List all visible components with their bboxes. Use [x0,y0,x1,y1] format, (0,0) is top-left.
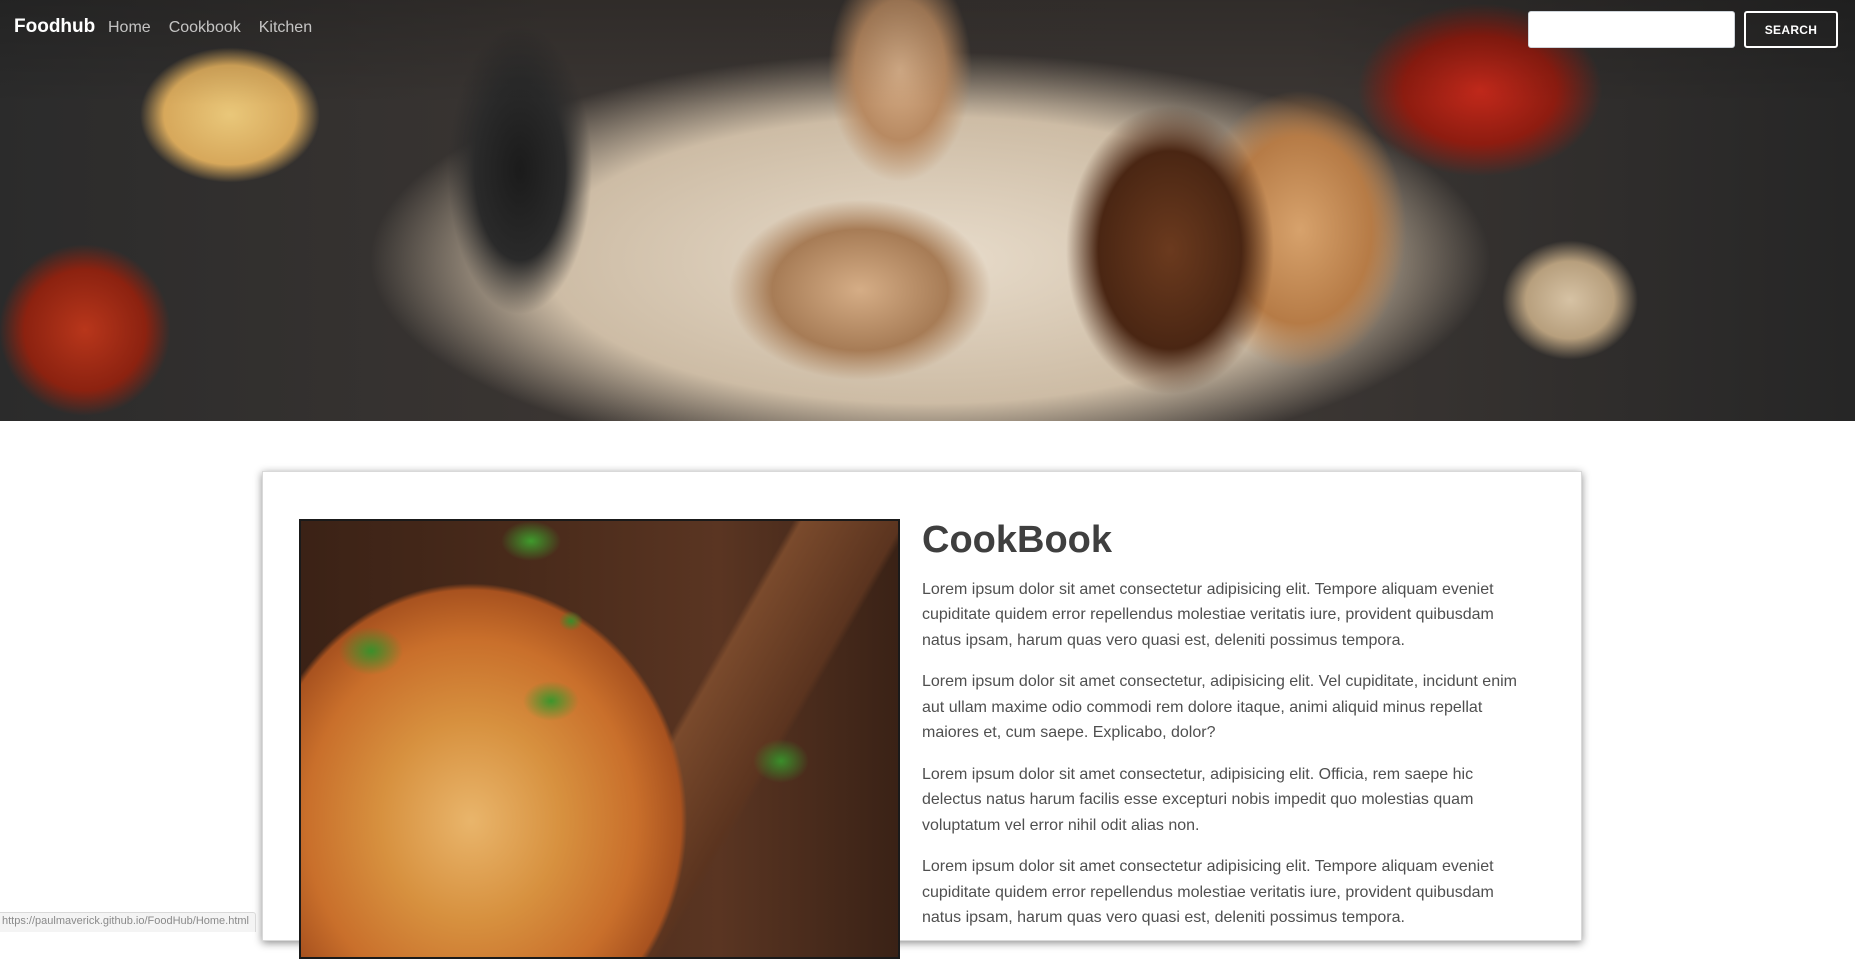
card-paragraph-4: Lorem ipsum dolor sit amet consectetur a… [922,858,1494,927]
nav-link-home[interactable]: Home [108,19,151,37]
pizza-image [299,519,900,959]
card-title: CookBook [922,519,1112,561]
brand-logo-link[interactable]: Foodhub [14,16,95,38]
card-paragraph-1: Lorem ipsum dolor sit amet consectetur a… [922,580,1494,649]
nav-link-cookbook[interactable]: Cookbook [169,19,241,37]
nav-link-kitchen[interactable]: Kitchen [259,19,312,37]
cookbook-card: CookBook Lorem ipsum dolor sit amet cons… [262,471,1582,959]
card-paragraph-3: Lorem ipsum dolor sit amet consectetur, … [922,765,1474,834]
link-status-bar: https://paulmaverick.github.io/FoodHub/H… [0,912,257,932]
hero-banner-image [0,0,1855,421]
top-navbar: Foodhub Home Cookbook Kitchen SEARCH [0,0,1859,60]
search-button[interactable]: SEARCH [1744,11,1838,48]
search-input[interactable] [1528,11,1735,48]
nav-links: Home Cookbook Kitchen [108,19,312,37]
card-body: CookBook Lorem ipsum dolor sit amet cons… [922,519,1522,947]
card-paragraph-2: Lorem ipsum dolor sit amet consectetur, … [922,673,1517,742]
